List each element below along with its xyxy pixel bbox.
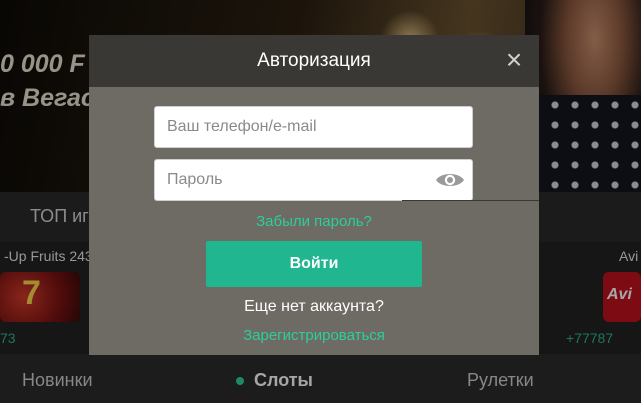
password-input[interactable] [154,159,473,201]
register-link[interactable]: Зарегистрироваться [89,327,539,344]
login-button[interactable]: Войти [206,241,422,287]
no-account-text: Еще нет аккаунта? [244,298,384,315]
modal-header: Авторизация × [89,35,539,87]
divider-line [402,200,539,201]
login-input[interactable] [154,106,473,148]
close-icon[interactable]: × [501,46,527,74]
login-modal: Авторизация × Забыли пароль? Войти Еще н… [89,35,539,355]
eye-icon[interactable] [435,171,465,189]
modal-title: Авторизация [257,50,371,71]
forgot-password-link[interactable]: Забыли пароль? [89,213,539,230]
